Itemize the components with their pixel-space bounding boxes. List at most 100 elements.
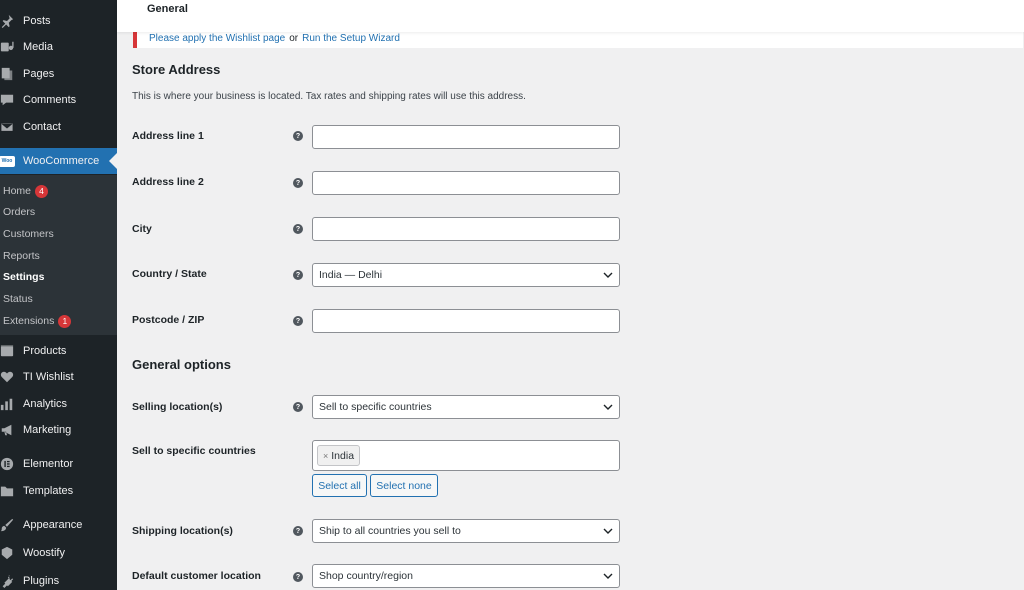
woostify-icon (0, 546, 17, 560)
woo-icon: Woo (0, 155, 17, 167)
menu-item-contact[interactable]: Contact (0, 114, 117, 140)
menu-label: Marketing (23, 424, 72, 436)
menu-item-appearance[interactable]: Appearance (0, 512, 117, 538)
menu-item-analytics[interactable]: Analytics (0, 391, 117, 417)
address-line-1-input[interactable] (312, 125, 620, 149)
submenu-home[interactable]: Home 4 (3, 181, 49, 201)
menu-item-woostify[interactable]: Woostify (0, 540, 117, 566)
menu-item-marketing[interactable]: Marketing (0, 417, 117, 443)
country-state-label: Country / State (132, 268, 207, 280)
apply-wishlist-page-link[interactable]: Please apply the Wishlist page (149, 33, 285, 44)
pin-icon (0, 14, 17, 28)
postcode-input[interactable] (312, 309, 620, 333)
menu-label: Analytics (23, 398, 68, 410)
select-value: India — Delhi (319, 269, 383, 281)
menu-item-templates[interactable]: Templates (0, 478, 117, 504)
postcode-label: Postcode / ZIP (132, 314, 205, 326)
submenu-status[interactable]: Status (3, 289, 33, 309)
chevron-down-icon (603, 573, 613, 579)
shipping-location-label: Shipping location(s) (132, 525, 233, 537)
menu-item-posts[interactable]: Posts (0, 8, 117, 34)
menu-label: Media (23, 41, 53, 53)
help-icon[interactable]: ? (293, 131, 303, 141)
address-line-1-label: Address line 1 (132, 130, 204, 142)
address-line-2-label: Address line 2 (132, 176, 204, 188)
media-icon (0, 40, 17, 54)
menu-item-elementor[interactable]: Elementor (0, 451, 117, 477)
products-icon (0, 344, 17, 358)
tab-general[interactable]: General (147, 3, 188, 15)
menu-label: Pages (23, 68, 55, 80)
notice-or-text: or (289, 33, 299, 44)
mail-icon (0, 120, 17, 134)
submenu-label: Reports (3, 250, 40, 262)
menu-label: Appearance (23, 519, 83, 531)
submenu-customers[interactable]: Customers (3, 224, 54, 244)
megaphone-icon (0, 423, 17, 437)
brush-icon (0, 518, 17, 532)
comments-icon (0, 93, 17, 107)
setup-wizard-link[interactable]: Run the Setup Wizard (302, 33, 400, 44)
country-state-select[interactable]: India — Delhi (312, 263, 620, 287)
menu-label: Templates (23, 485, 74, 497)
address-line-2-input[interactable] (312, 171, 620, 195)
woocommerce-submenu: Home 4 Orders Customers Reports Settings… (0, 175, 117, 335)
menu-label: Woostify (23, 547, 65, 559)
chip-label: India (331, 449, 355, 462)
city-input[interactable] (312, 217, 620, 241)
specific-countries-label: Sell to specific countries (132, 445, 256, 457)
store-address-description: This is where your business is located. … (132, 91, 526, 102)
submenu-reports[interactable]: Reports (3, 246, 40, 266)
woo-logo: Woo (0, 155, 15, 167)
help-icon[interactable]: ? (293, 270, 303, 280)
chip-remove-icon[interactable]: × (323, 451, 328, 461)
submenu-label: Settings (3, 271, 45, 283)
selling-location-select[interactable]: Sell to specific countries (312, 395, 620, 419)
menu-label: Products (23, 345, 67, 357)
admin-sidebar: Posts Media Pages Comments Contact Woo W… (0, 0, 117, 590)
help-icon[interactable]: ? (293, 572, 303, 582)
submenu-label: Extensions (3, 315, 55, 327)
submenu-label: Home (3, 185, 32, 197)
menu-item-ti-wishlist[interactable]: TI Wishlist (0, 364, 117, 390)
update-badge: 4 (35, 184, 49, 198)
specific-countries-multiselect[interactable]: × India (312, 440, 620, 471)
help-icon[interactable]: ? (293, 178, 303, 188)
menu-item-plugins[interactable]: Plugins (0, 568, 117, 590)
menu-item-comments[interactable]: Comments (0, 87, 117, 113)
submenu-settings[interactable]: Settings (3, 267, 44, 287)
default-customer-location-label: Default customer location (132, 570, 261, 582)
country-chip: × India (317, 445, 361, 466)
select-none-button[interactable]: Select none (370, 474, 438, 497)
menu-item-media[interactable]: Media (0, 34, 117, 60)
menu-label: WooCommerce (23, 155, 100, 167)
menu-item-pages[interactable]: Pages (0, 61, 117, 87)
elementor-icon (0, 457, 17, 471)
submenu-orders[interactable]: Orders (3, 202, 35, 222)
pages-icon (0, 67, 17, 81)
chevron-down-icon (603, 272, 613, 278)
update-badge: 1 (58, 314, 72, 328)
help-icon[interactable]: ? (293, 316, 303, 326)
help-icon[interactable]: ? (293, 224, 303, 234)
menu-label: Posts (23, 15, 51, 27)
submenu-extensions[interactable]: Extensions 1 (3, 311, 72, 331)
shipping-location-select[interactable]: Ship to all countries you sell to (312, 519, 620, 543)
store-address-heading: Store Address (132, 62, 221, 77)
plug-icon (0, 574, 17, 588)
menu-item-products[interactable]: Products (0, 338, 117, 364)
default-customer-location-select[interactable]: Shop country/region (312, 564, 620, 588)
help-icon[interactable]: ? (293, 402, 303, 412)
submenu-label: Orders (3, 206, 36, 218)
menu-label: Contact (23, 121, 61, 133)
menu-label: TI Wishlist (23, 371, 74, 383)
help-icon[interactable]: ? (293, 526, 303, 536)
select-all-button[interactable]: Select all (312, 474, 367, 497)
selling-location-label: Selling location(s) (132, 401, 223, 413)
select-value: Sell to specific countries (319, 401, 432, 413)
chevron-down-icon (603, 528, 613, 534)
select-value: Ship to all countries you sell to (319, 525, 461, 537)
city-label: City (132, 223, 152, 235)
select-value: Shop country/region (319, 570, 413, 582)
menu-item-woocommerce[interactable]: Woo WooCommerce (0, 148, 117, 174)
